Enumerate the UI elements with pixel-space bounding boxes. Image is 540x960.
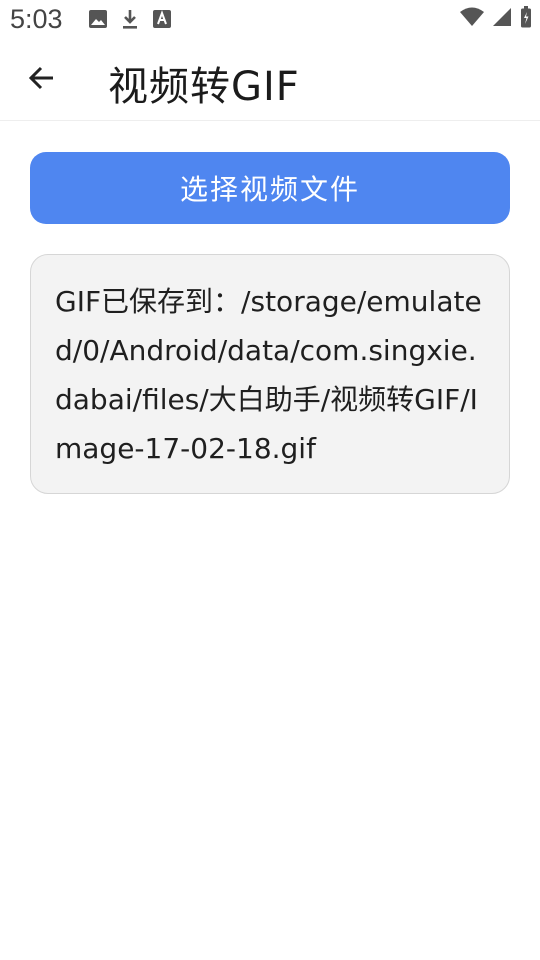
select-video-file-button[interactable]: 选择视频文件 xyxy=(30,152,510,224)
status-bar: 5:03 xyxy=(0,0,540,40)
wifi-icon xyxy=(460,7,484,31)
back-button[interactable] xyxy=(20,58,64,102)
result-card: GIF已保存到：/storage/emulated/0/Android/data… xyxy=(30,254,510,494)
image-icon xyxy=(88,9,108,33)
download-icon xyxy=(120,8,140,34)
status-system-icons xyxy=(460,6,532,32)
status-notification-icons xyxy=(88,8,172,34)
font-icon xyxy=(152,9,172,33)
status-time: 5:03 xyxy=(10,4,63,34)
arrow-left-icon xyxy=(28,64,56,96)
battery-icon xyxy=(520,6,532,32)
app-bar: 视频转GIF xyxy=(0,40,540,121)
page-title: 视频转GIF xyxy=(108,64,300,110)
signal-icon xyxy=(492,7,512,31)
saved-path-text: GIF已保存到：/storage/emulated/0/Android/data… xyxy=(55,285,482,465)
